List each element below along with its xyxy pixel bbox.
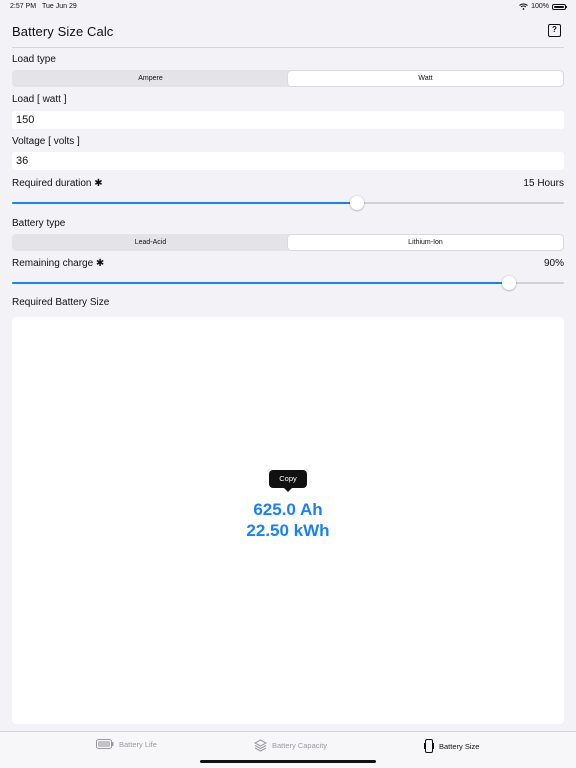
battery-percent: 100% xyxy=(531,3,549,10)
tab-battery-size[interactable]: Battery Size xyxy=(424,739,479,753)
status-time: 2:57 PM xyxy=(10,3,37,10)
load-input[interactable]: 150 xyxy=(12,111,564,129)
home-indicator xyxy=(200,760,376,763)
battery-type-label: Battery type xyxy=(12,218,66,229)
duration-label: Required duration ✱ xyxy=(12,178,103,189)
status-right: 100% xyxy=(519,3,567,10)
result-label: Required Battery Size xyxy=(12,297,110,308)
segment-lead-acid[interactable]: Lead-Acid xyxy=(13,235,288,250)
page-title: Battery Size Calc xyxy=(12,24,114,39)
battery-status-fill xyxy=(554,5,564,8)
copy-button[interactable]: Copy xyxy=(269,470,307,492)
load-type-label: Load type xyxy=(12,54,56,65)
tab-battery-capacity[interactable]: Battery Capacity xyxy=(254,739,327,752)
load-label: Load [ watt ] xyxy=(12,94,67,105)
help-button[interactable]: ? xyxy=(548,24,561,37)
tab-battery-life[interactable]: Battery Life xyxy=(96,739,157,749)
tab-battery-life-label: Battery Life xyxy=(119,739,157,749)
wifi-icon xyxy=(519,3,528,10)
status-date: Tue Jun 29 xyxy=(42,3,77,10)
tab-battery-size-label: Battery Size xyxy=(439,741,480,751)
result-card: Copy 625.0 Ah 22.50 kWh xyxy=(12,317,564,724)
slider-thumb[interactable] xyxy=(501,276,516,290)
navigation-header: Battery Size Calc ? xyxy=(12,22,564,48)
segment-lithium-ion[interactable]: Lithium-Ion xyxy=(288,235,563,250)
remaining-charge-value: 90% xyxy=(543,258,564,269)
result-ah[interactable]: 625.0 Ah xyxy=(12,500,564,520)
voltage-input[interactable]: 36 xyxy=(12,152,564,170)
duration-value: 15 Hours xyxy=(523,178,564,189)
segment-watt[interactable]: Watt xyxy=(288,71,563,86)
duration-slider[interactable] xyxy=(12,196,564,210)
battery-icon xyxy=(96,739,114,749)
phone-resize-icon xyxy=(424,739,434,753)
battery-type-segmented-control: Lead-Acid Lithium-Ion xyxy=(12,234,564,251)
load-type-segmented-control: Ampere Watt xyxy=(12,70,564,87)
battery-status-icon xyxy=(552,3,567,10)
remaining-charge-label: Remaining charge ✱ xyxy=(12,258,105,269)
voltage-label: Voltage [ volts ] xyxy=(12,136,80,147)
slider-fill xyxy=(12,282,509,284)
layers-icon xyxy=(254,739,267,752)
remaining-charge-slider[interactable] xyxy=(12,276,564,290)
tab-battery-capacity-label: Battery Capacity xyxy=(272,741,328,750)
result-kwh[interactable]: 22.50 kWh xyxy=(12,521,564,541)
segment-ampere[interactable]: Ampere xyxy=(13,71,288,86)
slider-fill xyxy=(12,202,357,204)
status-bar: 2:57 PM Tue Jun 29 100% xyxy=(0,0,576,14)
slider-thumb[interactable] xyxy=(350,196,364,210)
